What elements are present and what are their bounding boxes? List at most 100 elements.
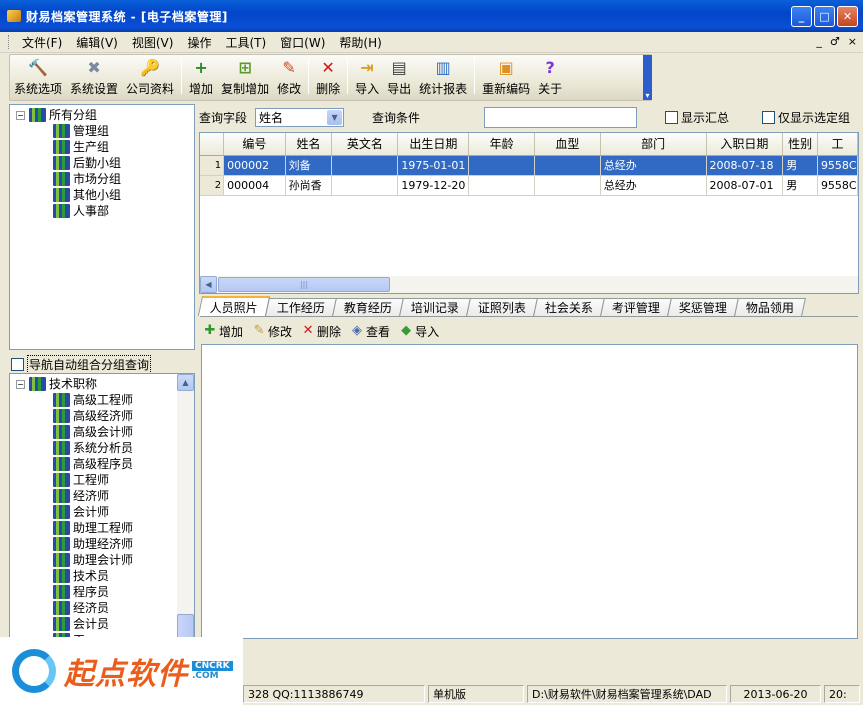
table-cell[interactable]: 000004	[223, 175, 286, 196]
table-cell[interactable]	[534, 155, 601, 176]
query-condition-input[interactable]	[484, 106, 638, 128]
tree-item[interactable]: 经济师	[10, 488, 194, 504]
table-cell[interactable]: 刘备	[285, 155, 333, 176]
tab-7[interactable]: 奖惩管理	[667, 298, 740, 316]
tab-5[interactable]: 社会关系	[533, 298, 606, 316]
tree-item[interactable]: 助理会计师	[10, 552, 194, 568]
show-summary-checkbox[interactable]: 显示汇总	[665, 109, 729, 126]
menu-help[interactable]: 帮助(H)	[332, 34, 388, 51]
column-header[interactable]: 姓名	[285, 133, 333, 156]
menu-file[interactable]: 文件(F)	[15, 34, 69, 51]
column-header[interactable]: 年龄	[468, 133, 535, 156]
column-header[interactable]: 性别	[782, 133, 818, 156]
column-header[interactable]: 出生日期	[397, 133, 470, 156]
column-header[interactable]: 入职日期	[706, 133, 784, 156]
scroll-left-arrow-icon[interactable]: ◀	[200, 276, 217, 293]
grid-hscroll-thumb[interactable]: |||	[218, 277, 390, 292]
table-cell[interactable]: 9558C	[817, 155, 858, 176]
tree-item[interactable]: 后勤小组	[10, 155, 194, 171]
table-cell[interactable]: 总经办	[600, 175, 707, 196]
toolbar-copy-add-button[interactable]: ⊞ 复制增加	[217, 55, 273, 97]
toolbar-wrench-button[interactable]: ✖ 系统设置	[66, 55, 122, 97]
column-header[interactable]: 编号	[223, 133, 286, 156]
tree-item[interactable]: 高级经济师	[10, 408, 194, 424]
table-cell[interactable]	[331, 175, 399, 196]
tree-item[interactable]: 高级会计师	[10, 424, 194, 440]
tree-item[interactable]: 管理组	[10, 123, 194, 139]
table-cell[interactable]	[331, 155, 399, 176]
column-header[interactable]: 部门	[600, 133, 707, 156]
toolbar-delete-button[interactable]: ✕ 删除	[312, 55, 344, 97]
only-selected-checkbox[interactable]: 仅显示选定组	[762, 109, 850, 126]
table-row[interactable]: 1 000002 刘备 1975-01-01 总经办 2008-07-18 男 9558C	[200, 155, 858, 176]
close-button[interactable]: ✕	[837, 6, 858, 27]
tree-item[interactable]: 高级程序员	[10, 456, 194, 472]
collapse-icon[interactable]: −	[16, 110, 25, 120]
table-cell[interactable]	[534, 175, 601, 196]
tree-item[interactable]: 助理经济师	[10, 536, 194, 552]
tree-root[interactable]: − 所有分组	[10, 107, 194, 123]
tree-item[interactable]: 工程师	[10, 472, 194, 488]
toolbar-keys-button[interactable]: 🔑 公司资料	[122, 55, 178, 97]
toolbar-pencil-button[interactable]: ✎ 修改	[273, 55, 305, 97]
tree-item[interactable]: 系统分析员	[10, 440, 194, 456]
toolbar-printer-button[interactable]: ▤ 导出	[383, 55, 415, 97]
toolbar-import-button[interactable]: ⇥ 导入	[351, 55, 383, 97]
auto-group-checkbox-box[interactable]	[11, 358, 24, 371]
tree-item[interactable]: 经济员	[10, 600, 194, 616]
table-cell[interactable]: 9558C	[817, 175, 858, 196]
table-cell[interactable]: 孙尚香	[285, 175, 333, 196]
maximize-button[interactable]: □	[814, 6, 835, 27]
detail-delete-button[interactable]: ✕ 删除	[301, 323, 341, 340]
tab-1[interactable]: 工作经历	[265, 298, 337, 316]
table-cell[interactable]: 男	[782, 175, 818, 196]
menu-view[interactable]: 视图(V)	[125, 34, 181, 51]
table-cell[interactable]: 1975-01-01	[397, 155, 470, 176]
tree-item[interactable]: 技术员	[10, 568, 194, 584]
tree-item[interactable]: 生产组	[10, 139, 194, 155]
tree-item[interactable]: 程序员	[10, 584, 194, 600]
column-header[interactable]: 英文名	[331, 133, 399, 156]
menu-window[interactable]: 窗口(W)	[273, 34, 332, 51]
table-cell[interactable]	[468, 175, 535, 196]
show-summary-checkbox-box[interactable]	[665, 110, 679, 124]
table-cell[interactable]: 总经办	[600, 155, 707, 176]
column-header[interactable]: 血型	[534, 133, 601, 156]
table-cell[interactable]: 1979-12-20	[397, 175, 470, 196]
mdi-close-button[interactable]: ×	[848, 35, 857, 48]
collapse-icon[interactable]: −	[16, 379, 25, 389]
detail-edit-button[interactable]: ✎ 修改	[252, 323, 292, 340]
tree-item[interactable]: 高级工程师	[10, 392, 194, 408]
detail-view-button[interactable]: ◈ 查看	[350, 323, 390, 340]
scroll-thumb[interactable]	[177, 614, 194, 638]
table-cell[interactable]: 2008-07-01	[706, 175, 784, 196]
tab-0[interactable]: 人员照片	[197, 296, 271, 316]
menu-edit[interactable]: 编辑(V)	[69, 34, 125, 51]
minimize-button[interactable]: _	[791, 6, 812, 27]
table-cell[interactable]	[468, 155, 535, 176]
table-cell[interactable]: 000002	[223, 155, 286, 176]
tree-item[interactable]: 市场分组	[10, 171, 194, 187]
chevron-down-icon[interactable]: ▼	[327, 109, 343, 125]
menu-tools[interactable]: 工具(T)	[218, 34, 273, 51]
column-header[interactable]: 工	[817, 133, 858, 156]
tab-4[interactable]: 证照列表	[466, 298, 538, 316]
table-cell[interactable]: 男	[782, 155, 818, 176]
tab-8[interactable]: 物品领用	[734, 298, 807, 316]
only-selected-checkbox-box[interactable]	[762, 110, 776, 124]
title-tree-scrollbar[interactable]: ▲	[177, 374, 194, 638]
tree-item[interactable]: 其他小组	[10, 187, 194, 203]
tree-root[interactable]: − 技术职称	[10, 376, 194, 392]
detail-add-button[interactable]: ✚ 增加	[203, 323, 243, 340]
mdi-minimize-button[interactable]: _	[816, 35, 822, 48]
scroll-up-arrow-icon[interactable]: ▲	[177, 374, 194, 391]
tree-item[interactable]: 助理工程师	[10, 520, 194, 536]
auto-group-checkbox[interactable]: 导航自动组合分组查询	[11, 355, 152, 374]
mdi-restore-button[interactable]: ♂	[830, 35, 840, 48]
toolbar-help-button[interactable]: ? 关于	[534, 55, 566, 97]
tree-item[interactable]: 会计员	[10, 616, 194, 632]
toolbar-add-user-button[interactable]: + 增加	[185, 55, 217, 97]
tab-2[interactable]: 教育经历	[332, 298, 404, 316]
table-row[interactable]: 2 000004 孙尚香 1979-12-20 总经办 2008-07-01 男 9558C	[200, 175, 858, 196]
tree-item[interactable]: 会计师	[10, 504, 194, 520]
